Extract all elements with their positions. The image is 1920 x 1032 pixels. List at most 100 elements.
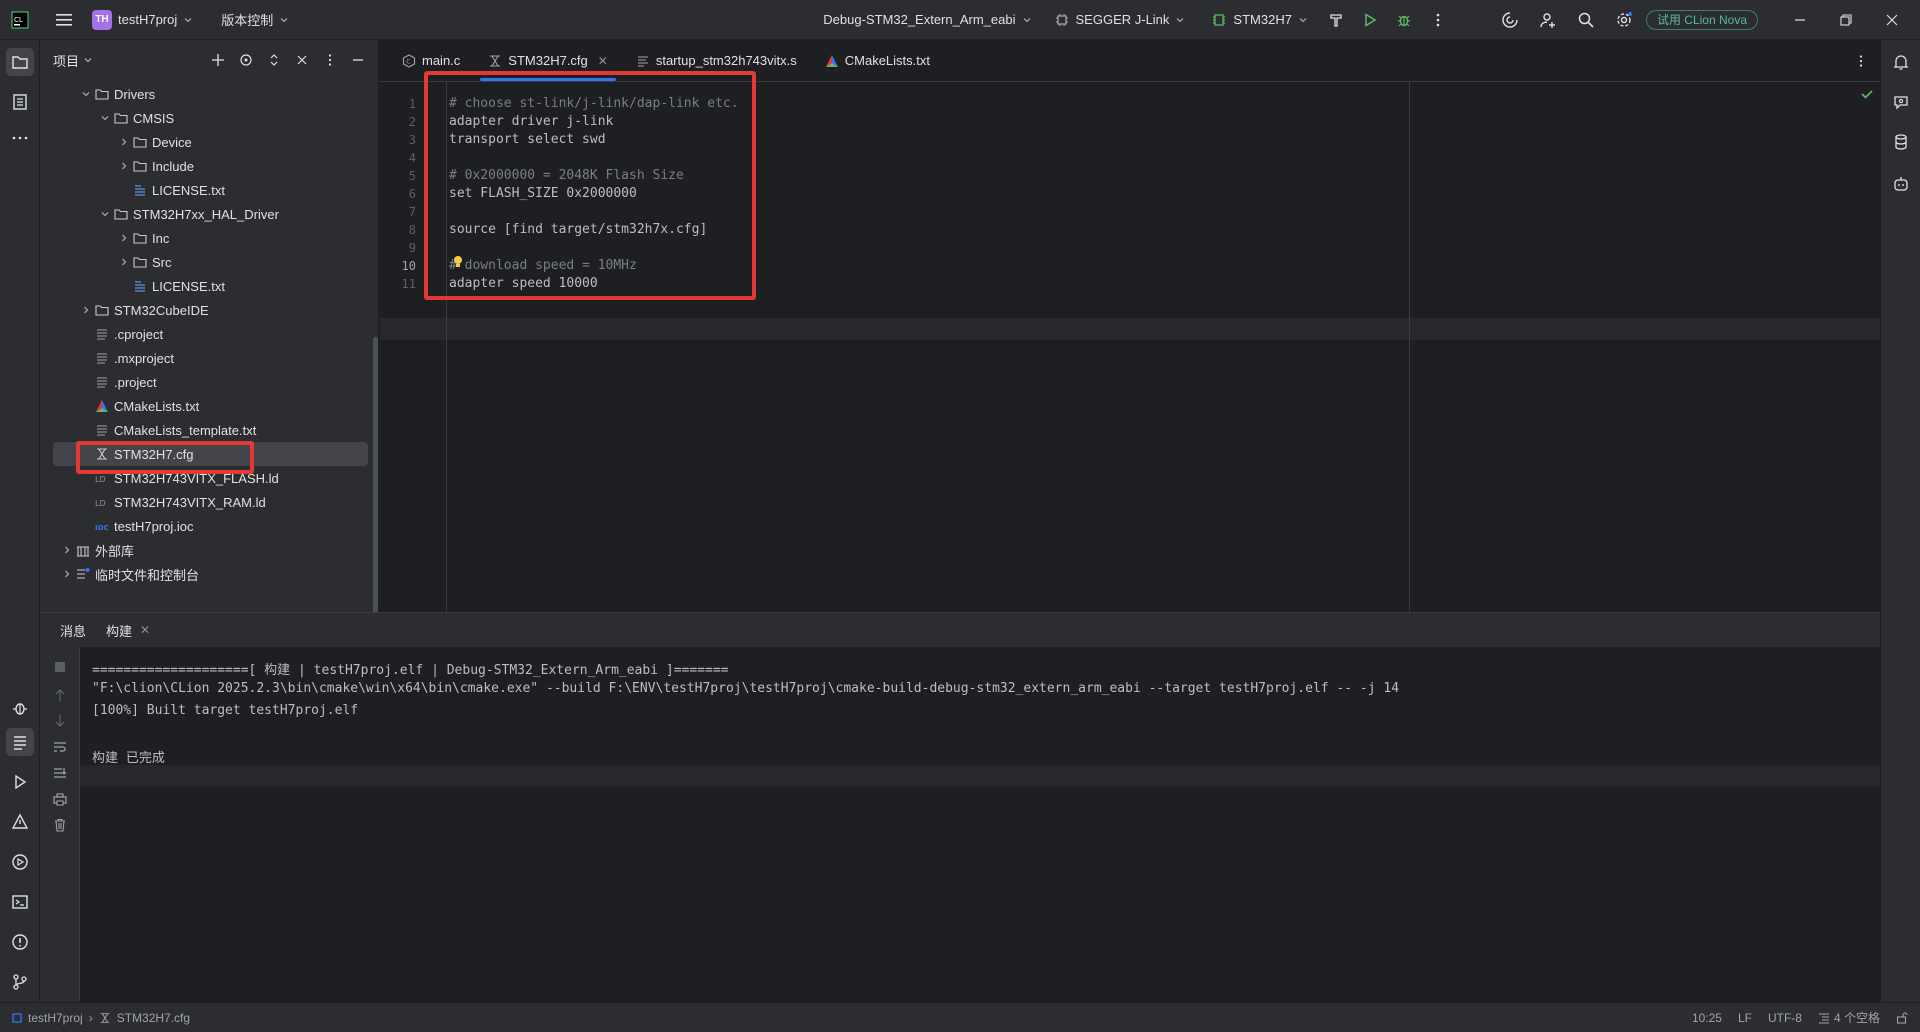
arrow-up-icon[interactable]: [52, 687, 68, 703]
line-number: 9: [408, 241, 416, 255]
tree-file[interactable]: .project: [53, 370, 368, 394]
run-icon[interactable]: [1356, 6, 1384, 34]
collapse-all-icon[interactable]: [292, 50, 312, 70]
chevron-right-icon[interactable]: [78, 302, 94, 318]
run-config-selector[interactable]: Debug-STM32_Extern_Arm_eabi: [823, 12, 1031, 27]
trash-icon[interactable]: [52, 817, 68, 833]
tree-folder[interactable]: 临时文件和控制台: [53, 562, 368, 586]
chevron-down-icon[interactable]: [97, 206, 113, 222]
line-ending[interactable]: LF: [1738, 1011, 1752, 1025]
notifications-bell-icon[interactable]: [1887, 48, 1915, 76]
main-menu-icon[interactable]: [50, 6, 78, 34]
chevron-right-icon[interactable]: [59, 542, 75, 558]
target-label: STM32H7: [1233, 12, 1292, 27]
minimize-icon[interactable]: [1780, 6, 1820, 34]
folder-icon: [113, 110, 129, 126]
run-tool-icon[interactable]: [6, 768, 34, 796]
debug-bug-icon[interactable]: [1390, 6, 1418, 34]
breadcrumb-file[interactable]: STM32H7.cfg: [117, 1011, 190, 1025]
stop-icon[interactable]: [52, 659, 68, 675]
scroll-to-end-icon[interactable]: [52, 765, 68, 781]
print-icon[interactable]: [52, 791, 68, 807]
unlock-icon[interactable]: [1896, 1011, 1908, 1024]
settings-gear-icon[interactable]: [1610, 6, 1638, 34]
tree-file[interactable]: LICENSE.txt: [53, 178, 368, 202]
chevron-down-icon[interactable]: [78, 86, 94, 102]
options-icon[interactable]: [320, 50, 340, 70]
chevron-right-icon[interactable]: [116, 158, 132, 174]
project-switcher[interactable]: TH testH7proj: [92, 9, 193, 30]
breadcrumb-project[interactable]: testH7proj: [28, 1011, 83, 1025]
project-scrollbar[interactable]: [373, 337, 378, 649]
terminal-tool-icon[interactable]: [6, 888, 34, 916]
tree-folder[interactable]: Drivers: [53, 82, 368, 106]
ai-assistant-icon[interactable]: [1496, 6, 1524, 34]
chevron-right-icon[interactable]: [116, 230, 132, 246]
services-tool-icon[interactable]: [6, 848, 34, 876]
build-hammer-icon[interactable]: [1322, 6, 1350, 34]
tab-messages[interactable]: 消息: [52, 613, 94, 647]
tree-folder[interactable]: CMSIS: [53, 106, 368, 130]
close-window-icon[interactable]: [1872, 6, 1912, 34]
chevron-right-icon[interactable]: [116, 254, 132, 270]
tree-item-label: 外部库: [95, 543, 135, 559]
tree-file[interactable]: LICENSE.txt: [53, 274, 368, 298]
project-panel-title: 项目: [53, 53, 80, 69]
build-tool-icon[interactable]: [6, 728, 34, 756]
debugger-selector[interactable]: SEGGER J-Link: [1054, 12, 1186, 28]
chevron-right-icon[interactable]: [116, 134, 132, 150]
svg-text:IOC: IOC: [95, 524, 109, 532]
locate-file-icon[interactable]: [236, 50, 256, 70]
tree-arrow-spacer: [78, 374, 94, 390]
tree-file[interactable]: CMakeLists_template.txt: [53, 418, 368, 442]
more-actions-icon[interactable]: [1424, 6, 1452, 34]
database-icon[interactable]: [1887, 128, 1915, 156]
vcs-menu[interactable]: 版本控制: [221, 10, 289, 29]
project-name: testH7proj: [118, 12, 178, 27]
close-tab-icon[interactable]: ✕: [598, 54, 608, 68]
ai-chat-icon[interactable]: [1887, 88, 1915, 116]
tree-file[interactable]: LD STM32H743VITX_RAM.ld: [53, 490, 368, 514]
tree-file[interactable]: CMakeLists.txt: [53, 394, 368, 418]
add-icon[interactable]: [208, 50, 228, 70]
file-encoding[interactable]: UTF-8: [1768, 1011, 1802, 1025]
project-tool-icon[interactable]: [6, 48, 34, 76]
caret-position[interactable]: 10:25: [1692, 1011, 1722, 1025]
tree-folder[interactable]: Device: [53, 130, 368, 154]
soft-wrap-icon[interactable]: [52, 739, 68, 755]
indent-setting[interactable]: 4 个空格: [1818, 1009, 1880, 1026]
close-tab-icon[interactable]: ✕: [140, 623, 150, 637]
problems-info-icon[interactable]: [6, 928, 34, 956]
project-view-selector[interactable]: 项目: [53, 51, 93, 70]
target-selector[interactable]: STM32H7: [1211, 12, 1308, 28]
restore-icon[interactable]: [1826, 6, 1866, 34]
arrow-down-icon[interactable]: [52, 713, 68, 729]
tree-folder[interactable]: STM32H7xx_HAL_Driver: [53, 202, 368, 226]
git-tool-icon[interactable]: [6, 968, 34, 996]
text-file-icon: [94, 326, 110, 342]
tree-file[interactable]: .cproject: [53, 322, 368, 346]
structure-tool-icon[interactable]: [6, 88, 34, 116]
tab-cmakelists[interactable]: CMakeLists.txt: [811, 40, 944, 81]
expand-all-icon[interactable]: [264, 50, 284, 70]
tree-file[interactable]: .mxproject: [53, 346, 368, 370]
tree-folder[interactable]: Include: [53, 154, 368, 178]
tree-file[interactable]: IOC testH7proj.ioc: [53, 514, 368, 538]
chevron-down-icon[interactable]: [97, 110, 113, 126]
trial-button[interactable]: 试用 CLion Nova: [1645, 9, 1758, 30]
tree-folder[interactable]: 外部库: [53, 538, 368, 562]
more-tools-icon[interactable]: [6, 124, 34, 152]
tab-build[interactable]: 构建 ✕: [98, 613, 158, 647]
line-number: 11: [401, 277, 416, 291]
robot-agent-icon[interactable]: [1887, 170, 1915, 198]
add-user-icon[interactable]: [1534, 6, 1562, 34]
tree-folder[interactable]: Src: [53, 250, 368, 274]
tabs-more-icon[interactable]: [1854, 40, 1880, 81]
hide-panel-icon[interactable]: [348, 50, 368, 70]
debug-tool-icon[interactable]: [6, 694, 34, 722]
tree-folder[interactable]: Inc: [53, 226, 368, 250]
tree-folder[interactable]: STM32CubeIDE: [53, 298, 368, 322]
chevron-right-icon[interactable]: [59, 566, 75, 582]
problems-tool-icon[interactable]: [6, 808, 34, 836]
search-icon[interactable]: [1572, 6, 1600, 34]
